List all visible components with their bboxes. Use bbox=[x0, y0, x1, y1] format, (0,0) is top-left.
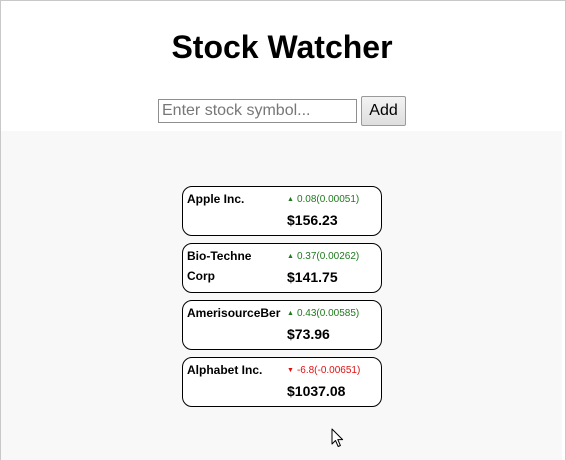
stock-name: Apple Inc. bbox=[187, 192, 245, 206]
stock-card-apple: Apple Inc. ▲ 0.08(0.00051) $156.23 bbox=[182, 186, 382, 236]
stock-change: ▲ 0.37(0.00262) bbox=[287, 251, 359, 263]
page-title: Stock Watcher bbox=[171, 29, 393, 65]
stock-change: ▲ 0.08(0.00051) bbox=[287, 194, 359, 206]
add-stock-button[interactable]: Add bbox=[361, 96, 406, 126]
stock-name: AmerisourceBer bbox=[187, 306, 281, 320]
stock-card-alphabet: Alphabet Inc. ▼ -6.8(-0.00651) $1037.08 bbox=[182, 357, 382, 407]
stock-card-bio-techne: Bio-Techne Corp ▲ 0.37(0.00262) $141.75 bbox=[182, 243, 382, 293]
arrow-down-icon: ▼ bbox=[287, 367, 294, 374]
stock-change-value: 0.43(0.00585) bbox=[296, 308, 360, 319]
stock-change-value: -6.8(-0.00651) bbox=[296, 365, 361, 376]
stock-price: $1037.08 bbox=[287, 383, 346, 399]
stock-change-value: 0.08(0.00051) bbox=[296, 194, 360, 205]
stock-price: $141.75 bbox=[287, 269, 338, 285]
stock-price: $73.96 bbox=[287, 326, 330, 342]
stock-price: $156.23 bbox=[287, 212, 338, 228]
stock-change: ▲ 0.43(0.00585) bbox=[287, 308, 359, 320]
mouse-pointer-icon bbox=[331, 428, 344, 447]
arrow-up-icon: ▲ bbox=[287, 310, 294, 317]
arrow-up-icon: ▲ bbox=[287, 196, 294, 203]
stock-change: ▼ -6.8(-0.00651) bbox=[287, 365, 360, 377]
stock-card-amerisourcebergen: AmerisourceBer ▲ 0.43(0.00585) $73.96 bbox=[182, 300, 382, 350]
stock-symbol-input[interactable] bbox=[158, 99, 357, 123]
stock-name: Alphabet Inc. bbox=[187, 363, 263, 377]
arrow-up-icon: ▲ bbox=[287, 253, 294, 260]
stock-change-value: 0.37(0.00262) bbox=[296, 251, 360, 262]
stock-list: Apple Inc. ▲ 0.08(0.00051) $156.23 Bio-Te… bbox=[182, 186, 382, 414]
stock-name: Bio-Techne Corp bbox=[187, 249, 252, 283]
